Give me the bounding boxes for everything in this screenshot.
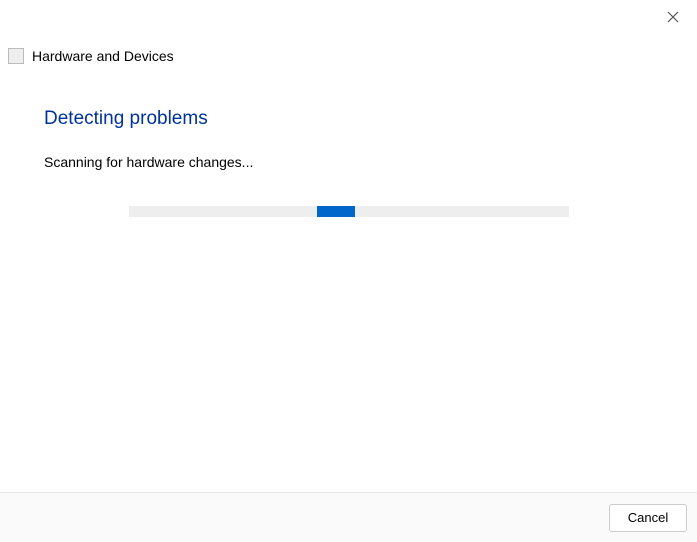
troubleshooter-icon — [8, 48, 24, 64]
content-heading: Detecting problems — [44, 108, 653, 130]
progress-bar — [129, 206, 569, 217]
dialog-content: Detecting problems Scanning for hardware… — [44, 108, 653, 217]
status-text: Scanning for hardware changes... — [44, 154, 653, 170]
dialog-footer: Cancel — [0, 492, 697, 542]
dialog-header: Hardware and Devices — [8, 48, 174, 64]
progress-indicator — [317, 206, 355, 217]
close-icon — [667, 11, 679, 26]
close-button[interactable] — [663, 8, 683, 28]
cancel-button[interactable]: Cancel — [609, 504, 687, 532]
dialog-title: Hardware and Devices — [32, 48, 174, 64]
